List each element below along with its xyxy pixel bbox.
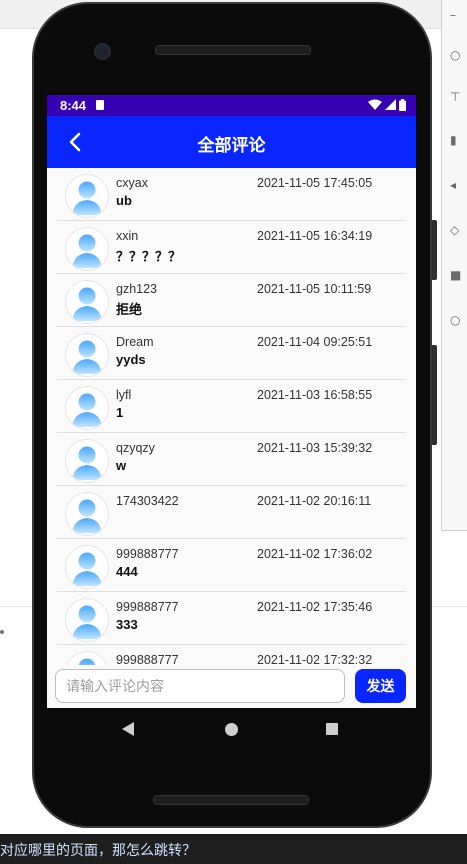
comment-time: 2021-11-05 10:11:59: [257, 282, 372, 296]
bottom-speaker: [153, 795, 309, 805]
comment-time: 2021-11-02 20:16:11: [257, 494, 372, 508]
comment-time: 2021-11-02 17:32:32: [257, 653, 373, 665]
nav-back-icon[interactable]: [121, 721, 135, 737]
panel-rotate-icon: ◇: [450, 223, 460, 237]
user-avatar-icon: [65, 174, 109, 218]
user-avatar-icon: [65, 227, 109, 271]
user-avatar-icon: [65, 545, 109, 589]
comment-row[interactable]: qzyqzy 2021-11-03 15:39:32 w: [47, 433, 416, 486]
battery-icon: [399, 99, 406, 111]
user-avatar-icon: [65, 386, 109, 430]
comment-list[interactable]: cxyax 2021-11-05 17:45:05 ub xxin 2021-1…: [47, 168, 416, 665]
panel-dot-icon: ○: [450, 48, 461, 62]
app-bar: 全部评论: [47, 116, 416, 168]
comment-username: 999888777: [116, 547, 179, 561]
page-title: 全部评论: [197, 136, 266, 155]
comment-username: 999888777: [116, 653, 179, 665]
send-button[interactable]: 发送: [355, 669, 406, 703]
user-avatar-icon: [65, 333, 109, 377]
user-avatar-icon: [65, 651, 109, 665]
comment-username: cxyax: [116, 176, 148, 190]
panel-volume-icon: ▮: [450, 133, 457, 147]
comment-time: 2021-11-03 16:58:55: [257, 388, 373, 402]
user-avatar-icon: [65, 598, 109, 642]
comment-row[interactable]: lyfl 2021-11-03 16:58:55 1: [47, 380, 416, 433]
status-bar: 8:44: [47, 95, 416, 116]
comment-input-bar: 发送: [47, 665, 416, 708]
comment-time: 2021-11-02 17:35:46: [257, 600, 373, 614]
background-side-panel: – ○ ⊤ ▮ ◂ ◇ ■ ○: [441, 0, 467, 531]
sim-card-icon: [96, 100, 104, 110]
comment-text: 444: [116, 564, 138, 579]
panel-edit-icon: ⊤: [450, 90, 461, 104]
comment-text: yyds: [116, 352, 146, 367]
background-bottom-text: 对应哪里的页面，那怎么跳转？: [0, 843, 196, 859]
comment-row[interactable]: 999888777 2021-11-02 17:32:32: [47, 645, 416, 665]
wifi-icon: [368, 99, 382, 110]
user-avatar-icon: [65, 439, 109, 483]
panel-back-icon: ◂: [450, 178, 457, 192]
front-camera: [94, 43, 111, 60]
comment-text: ub: [116, 193, 132, 208]
comment-username: 999888777: [116, 600, 179, 614]
panel-zoom-icon: ○: [450, 313, 461, 327]
background-bullet: [0, 630, 4, 634]
nav-recent-icon[interactable]: [326, 723, 338, 735]
comment-row[interactable]: gzh123 2021-11-05 10:11:59 拒绝: [47, 274, 416, 327]
comment-username: xxin: [116, 229, 139, 243]
top-speaker: [155, 45, 311, 55]
user-avatar-icon: [65, 492, 109, 536]
comment-row[interactable]: 999888777 2021-11-02 17:35:46 333: [47, 592, 416, 645]
comment-username: 174303422: [116, 494, 179, 508]
comment-username: lyfl: [116, 388, 132, 402]
comment-username: qzyqzy: [116, 441, 155, 455]
phone-screen: 8:44 全部评论 cxyax 2021-11-05 17:45:05 ub x…: [47, 95, 416, 708]
comment-text: 333: [116, 617, 138, 632]
comment-row[interactable]: 174303422 2021-11-02 20:16:11: [47, 486, 416, 539]
comment-text: 拒绝: [116, 302, 143, 317]
comment-time: 2021-11-05 17:45:05: [257, 176, 373, 190]
comment-input[interactable]: [55, 669, 345, 703]
comment-time: 2021-11-04 09:25:51: [257, 335, 373, 349]
panel-minus-icon: –: [450, 8, 456, 22]
comment-row[interactable]: 999888777 2021-11-02 17:36:02 444: [47, 539, 416, 592]
comment-row[interactable]: cxyax 2021-11-05 17:45:05 ub: [47, 168, 416, 221]
nav-home-icon[interactable]: [225, 723, 238, 736]
comment-row[interactable]: Dream 2021-11-04 09:25:51 yyds: [47, 327, 416, 380]
android-nav-bar: [47, 708, 416, 752]
status-time: 8:44: [60, 98, 87, 113]
comment-time: 2021-11-02 17:36:02: [257, 547, 373, 561]
comment-username: Dream: [116, 335, 154, 349]
signal-icon: [385, 99, 396, 110]
status-icons: [368, 99, 406, 111]
comment-text: 1: [116, 405, 124, 420]
comment-row[interactable]: xxin 2021-11-05 16:34:19 ？？？？？: [47, 221, 416, 274]
comment-username: gzh123: [116, 282, 158, 296]
comment-time: 2021-11-03 15:39:32: [257, 441, 373, 455]
user-avatar-icon: [65, 280, 109, 324]
comment-time: 2021-11-05 16:34:19: [257, 229, 373, 243]
comment-text: w: [116, 458, 127, 473]
comment-text: ？？？？？: [116, 249, 182, 264]
panel-camera-icon: ■: [450, 268, 462, 282]
